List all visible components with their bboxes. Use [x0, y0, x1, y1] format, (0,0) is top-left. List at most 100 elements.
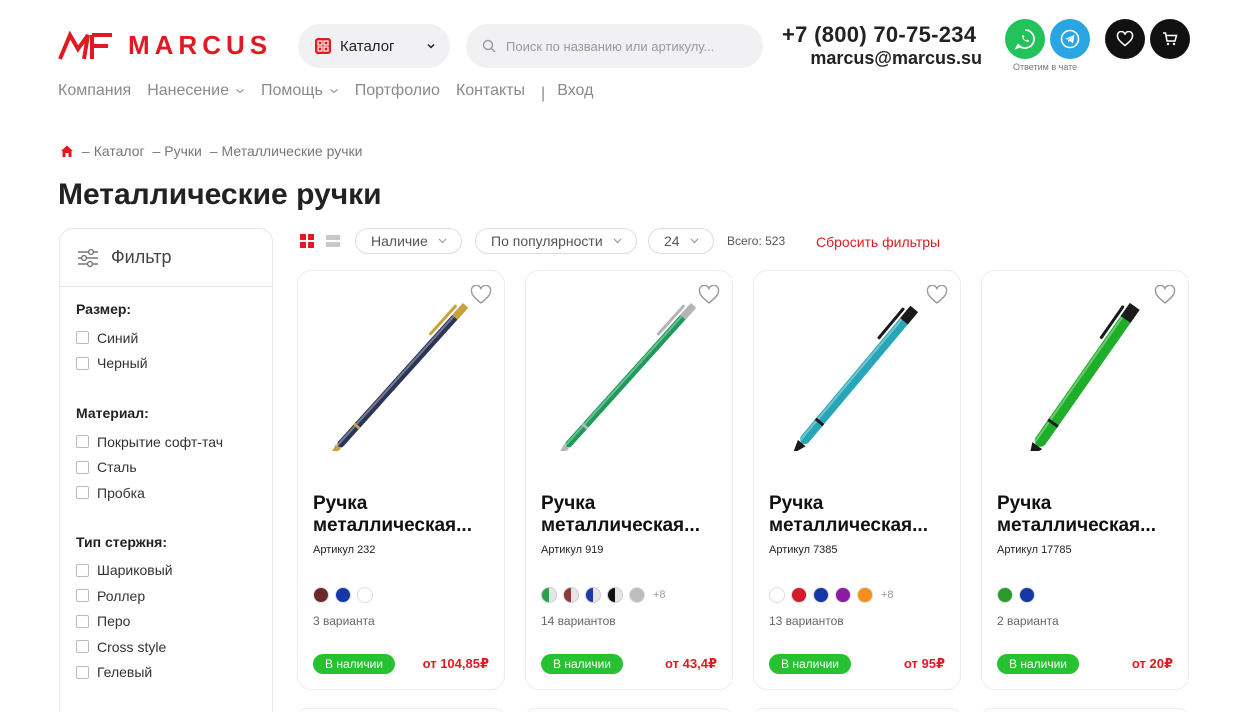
checkbox[interactable] — [76, 614, 89, 628]
dropdown-label: По популярности — [491, 233, 603, 249]
product-card[interactable]: Ручка металлическая... Артикул 919 +8 14 ва… — [525, 270, 733, 690]
per-page-dropdown[interactable]: 24 — [648, 228, 714, 254]
stock-badge: В наличии — [541, 654, 624, 674]
nav-separator: | — [541, 85, 546, 102]
checkbox[interactable] — [76, 486, 89, 500]
email-link[interactable]: marcus@marcus.su — [810, 48, 982, 69]
color-swatch[interactable] — [769, 587, 785, 603]
nav-label: Портфолио — [354, 82, 440, 99]
product-name[interactable]: Ручка металлическая... — [541, 493, 721, 537]
filter-header[interactable]: Фильтр — [60, 229, 272, 287]
filter-option-cork[interactable]: Пробка — [76, 480, 272, 506]
reset-filters-link[interactable]: Сбросить фильтры — [816, 234, 940, 250]
color-swatches: +8 — [541, 587, 666, 603]
product-name[interactable]: Ручка металлическая... — [313, 493, 493, 537]
checkbox[interactable] — [76, 460, 89, 474]
breadcrumb-pens[interactable]: Ручки — [164, 143, 202, 159]
total-count: Всего: 523 — [727, 234, 786, 248]
product-sku: Артикул 17785 — [997, 544, 1072, 556]
list-view-icon[interactable] — [326, 234, 340, 248]
sort-dropdown[interactable]: По популярности — [475, 228, 637, 254]
availability-dropdown[interactable]: Наличие — [355, 228, 462, 254]
filter-option-cross-style[interactable]: Cross style — [76, 634, 272, 660]
filter-option-steel[interactable]: Сталь — [76, 455, 272, 481]
whatsapp-button[interactable] — [1005, 19, 1045, 59]
filter-option-gel[interactable]: Гелевый — [76, 660, 272, 686]
product-name[interactable]: Ручка металлическая... — [997, 493, 1177, 537]
product-card[interactable]: Ручка металлическая... Артикул 17785 2 вар… — [981, 270, 1189, 690]
checkbox[interactable] — [76, 435, 89, 449]
color-swatch[interactable] — [791, 587, 807, 603]
product-image[interactable] — [1002, 301, 1170, 451]
product-sku: Артикул 919 — [541, 544, 604, 556]
product-card[interactable]: Ручка металлическая... Артикул 232 3 вариа… — [297, 270, 505, 690]
checkbox[interactable] — [76, 356, 89, 370]
filter-option-black[interactable]: Черный — [76, 351, 272, 377]
heart-icon — [1116, 31, 1134, 47]
product-variants: 2 варианта — [997, 614, 1059, 628]
checkbox[interactable] — [76, 665, 89, 679]
logo[interactable]: MARCUS — [58, 30, 272, 61]
logo-mark-icon — [58, 30, 112, 60]
chevron-down-icon — [613, 238, 622, 244]
search-icon[interactable] — [482, 39, 496, 53]
cart-button[interactable] — [1150, 19, 1190, 59]
filter-sliders-icon — [78, 248, 98, 267]
product-image[interactable] — [318, 301, 486, 451]
more-colors[interactable]: +8 — [653, 589, 666, 601]
color-swatch[interactable] — [335, 587, 351, 603]
color-swatch[interactable] — [585, 587, 601, 603]
checkbox[interactable] — [76, 640, 89, 654]
product-variants: 13 вариантов — [769, 614, 844, 628]
checkbox[interactable] — [76, 589, 89, 603]
filter-option-nib[interactable]: Перо — [76, 609, 272, 635]
color-swatch[interactable] — [313, 587, 329, 603]
breadcrumb: – Каталог – Ручки – Металлические ручки — [60, 143, 362, 159]
nav-item-company[interactable]: Компания — [58, 82, 131, 100]
filter-option-soft-touch[interactable]: Покрытие софт-тач — [76, 429, 272, 455]
catalog-button[interactable]: Каталог — [298, 24, 450, 68]
product-price: от 95₽ — [903, 656, 945, 671]
color-swatch[interactable] — [563, 587, 579, 603]
nav-item-help[interactable]: Помощь — [261, 82, 339, 100]
filter-option-ballpoint[interactable]: Шариковый — [76, 558, 272, 584]
option-label: Черный — [97, 355, 148, 372]
color-swatch[interactable] — [629, 587, 645, 603]
grid-view-icon[interactable] — [300, 234, 314, 248]
checkbox[interactable] — [76, 563, 89, 577]
color-swatches — [313, 587, 373, 603]
product-image[interactable] — [546, 301, 714, 451]
favorites-button[interactable] — [1105, 19, 1145, 59]
product-card[interactable]: Ручка металлическая... Артикул 7385 +8 13 в… — [753, 270, 961, 690]
filter-option-blue[interactable]: Синий — [76, 325, 272, 351]
option-label: Покрытие софт-тач — [97, 433, 223, 450]
phone-number[interactable]: +7 (800) 70-75-234 — [782, 22, 976, 48]
color-swatch[interactable] — [857, 587, 873, 603]
color-swatch[interactable] — [541, 587, 557, 603]
color-swatch[interactable] — [835, 587, 851, 603]
nav-item-portfolio[interactable]: Портфолио — [355, 82, 440, 100]
product-name[interactable]: Ручка металлическая... — [769, 493, 949, 537]
search-input[interactable] — [506, 38, 736, 54]
search-box — [466, 24, 763, 68]
nav-item-contacts[interactable]: Контакты — [456, 82, 525, 100]
color-swatch[interactable] — [813, 587, 829, 603]
filter-option-roller[interactable]: Роллер — [76, 583, 272, 609]
color-swatch[interactable] — [607, 587, 623, 603]
product-card-next-row — [981, 708, 1189, 712]
product-image[interactable] — [774, 301, 942, 451]
chevron-down-icon — [427, 43, 435, 49]
product-price: от 104,85₽ — [422, 656, 489, 671]
color-swatch[interactable] — [357, 587, 373, 603]
checkbox[interactable] — [76, 331, 89, 345]
product-price: от 20₽ — [1131, 656, 1173, 671]
color-swatch[interactable] — [1019, 587, 1035, 603]
breadcrumb-catalog[interactable]: Каталог — [94, 143, 145, 159]
nav-item-printing[interactable]: Нанесение — [147, 82, 245, 100]
more-colors[interactable]: +8 — [881, 589, 894, 601]
color-swatch[interactable] — [997, 587, 1013, 603]
home-icon[interactable] — [60, 144, 74, 158]
telegram-button[interactable] — [1050, 19, 1090, 59]
nav-login-link[interactable]: Вход — [557, 82, 593, 100]
product-card-next-row — [753, 708, 961, 712]
